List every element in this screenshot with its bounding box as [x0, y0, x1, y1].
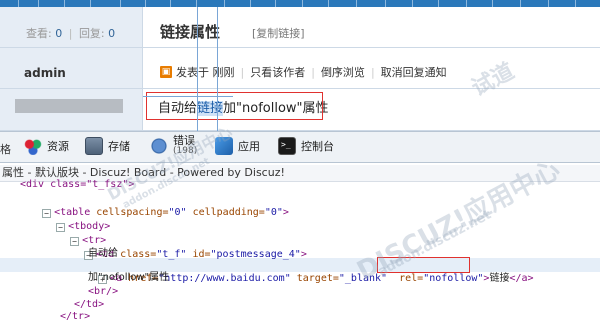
dom-line[interactable]: <div class="t_fsz">	[20, 178, 134, 192]
tool-resources[interactable]: 资源	[24, 137, 69, 155]
tool-label: 错误	[173, 134, 195, 147]
inspector-guide	[143, 96, 233, 97]
replies-count: 0	[108, 27, 116, 40]
tool-stub[interactable]: 格	[0, 141, 11, 157]
dom-text-node[interactable]: 加"nofollow"属性	[88, 271, 169, 285]
storage-icon	[85, 137, 103, 155]
views-label: 查看:	[26, 27, 52, 40]
tool-label: 控制台	[301, 140, 334, 153]
stats-separator: |	[68, 27, 73, 40]
dom-line[interactable]: <br/>	[88, 285, 118, 299]
dom-tree: <div class="t_fsz"> − <table cellspacing=…	[0, 179, 600, 322]
divider	[0, 47, 600, 48]
dom-line[interactable]: − <table cellspacing="0" cellpadding="0">	[18, 192, 289, 218]
tool-storage[interactable]: 存储	[85, 137, 130, 155]
post-meta: ▣ 发表于 刚刚 | 只看该作者 | 倒序浏览 | 取消回复通知	[160, 64, 447, 80]
tool-apps[interactable]: 应用	[215, 137, 260, 155]
watermark-cn: 试道	[467, 58, 519, 102]
tool-label: 应用	[238, 140, 260, 153]
top-nav-bar	[0, 0, 600, 7]
author-name[interactable]: admin	[24, 66, 66, 80]
dom-line[interactable]: </tr>	[60, 310, 90, 324]
cancel-notify-link[interactable]: 取消回复通知	[381, 64, 447, 80]
posted-time: 发表于 刚刚	[176, 66, 235, 79]
tool-console[interactable]: 控制台	[278, 137, 334, 155]
views-count: 0	[55, 27, 63, 40]
dom-line[interactable]: − <td class="t_f" id="postmessage_4">	[60, 234, 307, 260]
copy-link-button[interactable]: [复制链接]	[252, 25, 305, 41]
tool-errors[interactable]: 错误 (198)	[150, 135, 197, 157]
avatar	[15, 99, 123, 113]
tool-label: 存储	[108, 140, 130, 153]
poster-icon: ▣	[160, 66, 172, 78]
devtools-toolbar: 格 资源 存储 错误 (198) 应用 控制台	[0, 131, 600, 163]
thread-title: 链接属性	[160, 23, 221, 41]
thread-stats: 查看: 0 | 回复: 0	[26, 25, 115, 41]
resources-icon	[24, 137, 42, 155]
dom-line[interactable]: − <tbody>	[32, 206, 110, 232]
reverse-order-link[interactable]: 倒序浏览	[321, 64, 365, 80]
apps-icon	[215, 137, 233, 155]
only-author-link[interactable]: 只看该作者	[250, 64, 305, 80]
replies-label: 回复:	[78, 27, 105, 40]
errors-icon	[150, 137, 168, 155]
error-count: (198)	[173, 146, 198, 156]
divider	[0, 88, 600, 89]
dom-line[interactable]: − <tr>	[46, 220, 106, 246]
highlight-box-rel	[377, 257, 470, 273]
console-icon	[278, 137, 296, 155]
tool-label: 资源	[47, 140, 69, 153]
